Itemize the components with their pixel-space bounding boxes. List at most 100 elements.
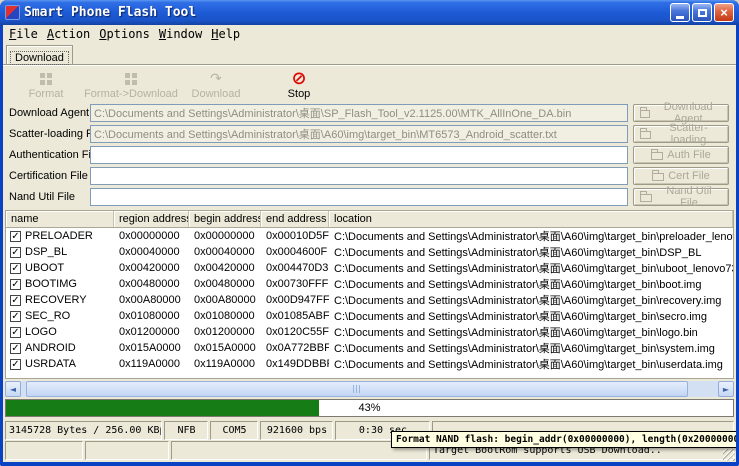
region-address: 0x00000000 [114, 230, 189, 242]
location-path: C:\Documents and Settings\Administrator\… [329, 340, 733, 356]
region-address: 0x01080000 [114, 310, 189, 322]
status-mode: NFB [164, 421, 208, 440]
status-com-port: COM5 [210, 421, 258, 440]
name-cell: ✓ BOOTIMG [6, 278, 114, 290]
close-button[interactable]: × [714, 3, 734, 22]
row-checkbox[interactable]: ✓ [10, 295, 21, 306]
end-address: 0x0A772BBF [261, 342, 329, 354]
begin-address: 0x00000000 [189, 230, 261, 242]
table-row[interactable]: ✓BOOTIMG0x004800000x004800000x00730FFFC:… [6, 276, 733, 292]
tooltip: Format NAND flash: begin_addr(0x00000000… [391, 431, 736, 448]
field-row: Authentication File Auth File [3, 145, 736, 166]
row-checkbox[interactable]: ✓ [10, 247, 21, 258]
column-header-name[interactable]: name [6, 211, 114, 227]
row-checkbox[interactable]: ✓ [10, 359, 21, 370]
status-baud-rate: 921600 bps [260, 421, 333, 440]
column-header-begin-address[interactable]: begin address [189, 211, 261, 227]
region-address: 0x00A80000 [114, 294, 189, 306]
tab-download[interactable]: Download [6, 45, 73, 64]
download-agent-input[interactable] [90, 104, 628, 122]
table-row[interactable]: ✓PRELOADER0x000000000x000000000x00010D5F… [6, 228, 733, 244]
field-row: Scatter-loading File Scatter-loading [3, 124, 736, 145]
menu-item-window[interactable]: Window [159, 27, 202, 41]
row-checkbox[interactable]: ✓ [10, 343, 21, 354]
folder-open-icon [640, 131, 651, 139]
scatter-loading-input[interactable] [90, 125, 628, 143]
row-checkbox[interactable]: ✓ [10, 311, 21, 322]
begin-address: 0x00040000 [189, 246, 261, 258]
table-row[interactable]: ✓SEC_RO0x010800000x010800000x01085ABFC:\… [6, 308, 733, 324]
row-checkbox[interactable]: ✓ [10, 327, 21, 338]
end-address: 0x0004600F [261, 246, 329, 258]
scrollbar-thumb[interactable] [26, 381, 688, 397]
table-row[interactable]: ✓UBOOT0x004200000x004200000x004470D3C:\D… [6, 260, 733, 276]
download-agent-browse-button[interactable]: Download Agent [633, 104, 729, 122]
nand-util-browse-button[interactable]: Nand Util File [633, 188, 729, 206]
download-agent-label: Download Agent [9, 107, 89, 119]
nand-util-file-input[interactable] [90, 188, 628, 206]
resize-grip[interactable] [723, 449, 735, 461]
authentication-file-label: Authentication File [9, 149, 100, 161]
table-row[interactable]: ✓DSP_BL0x000400000x000400000x0004600FC:\… [6, 244, 733, 260]
menu-item-action[interactable]: Action [47, 27, 90, 41]
maximize-button[interactable] [692, 3, 712, 22]
end-address: 0x00010D5F [261, 230, 329, 242]
format-download-button[interactable]: Format->Download [80, 69, 182, 101]
partition-name: USRDATA [25, 358, 76, 370]
column-header-end-address[interactable]: end address [261, 211, 329, 227]
partition-name: BOOTIMG [25, 278, 77, 290]
nand-util-file-label: Nand Util File [9, 191, 75, 203]
progress-bar: 43% [5, 399, 734, 417]
folder-open-icon [640, 110, 650, 118]
horizontal-scrollbar[interactable]: ◄ ► [5, 381, 734, 397]
minimize-button[interactable] [670, 3, 690, 22]
column-header-region-address[interactable]: region address [114, 211, 189, 227]
end-address: 0x149DDBBF [261, 358, 329, 370]
status-empty-panel [5, 441, 83, 460]
minimize-icon [676, 16, 684, 19]
begin-address: 0x015A0000 [189, 342, 261, 354]
name-cell: ✓SEC_RO [6, 310, 114, 322]
location-path: C:\Documents and Settings\Administrator\… [329, 260, 733, 276]
end-address: 0x004470D3 [261, 262, 329, 274]
partition-name: PRELOADER [25, 230, 93, 242]
certification-file-input[interactable] [90, 167, 628, 185]
region-address: 0x01200000 [114, 326, 189, 338]
menu-item-options[interactable]: Options [99, 27, 150, 41]
row-checkbox[interactable]: ✓ [10, 279, 21, 290]
menu-item-file[interactable]: File [9, 27, 38, 41]
cert-file-browse-button[interactable]: Cert File [633, 167, 729, 185]
scatter-loading-browse-button[interactable]: Scatter-loading [633, 125, 729, 143]
format-button[interactable]: Format [10, 69, 82, 101]
format-download-icon [125, 73, 137, 85]
folder-open-icon [652, 173, 664, 181]
auth-file-browse-button[interactable]: Auth File [633, 146, 729, 164]
menu-item-help[interactable]: Help [211, 27, 240, 41]
title-bar: Smart Phone Flash Tool × [0, 0, 739, 25]
menu-bar: File Action Options Window Help [3, 25, 736, 45]
location-path: C:\Documents and Settings\Administrator\… [329, 324, 733, 340]
name-cell: ✓RECOVERY [6, 294, 114, 306]
name-cell: ✓ DSP_BL [6, 246, 114, 258]
client-area: File Action Options Window Help Download For… [3, 25, 736, 462]
stop-button[interactable]: ⊘ Stop [267, 69, 331, 101]
authentication-file-input[interactable] [90, 146, 628, 164]
download-button[interactable]: ↷ Download [180, 69, 252, 101]
table-row[interactable]: ✓ANDROID0x015A00000x015A00000x0A772BBFC:… [6, 340, 733, 356]
field-row: Certification File Cert File [3, 166, 736, 187]
app-window: Smart Phone Flash Tool × File Action Optio… [0, 0, 739, 466]
name-cell: ✓ANDROID [6, 342, 114, 354]
row-checkbox[interactable]: ✓ [10, 231, 21, 242]
row-checkbox[interactable]: ✓ [10, 263, 21, 274]
folder-open-icon [651, 152, 663, 160]
name-cell: ✓LOGO [6, 326, 114, 338]
scroll-right-button[interactable]: ► [718, 381, 734, 397]
table-row[interactable]: ✓LOGO0x012000000x012000000x0120C55FC:\Do… [6, 324, 733, 340]
scrollbar-track[interactable] [21, 381, 718, 397]
scroll-left-button[interactable]: ◄ [5, 381, 21, 397]
tab-label: Download [10, 51, 69, 65]
table-row[interactable]: ✓RECOVERY0x00A800000x00A800000x00D947FFC… [6, 292, 733, 308]
partition-name: DSP_BL [25, 246, 67, 258]
column-header-location[interactable]: location [329, 211, 733, 227]
table-row[interactable]: ✓USRDATA0x119A00000x119A00000x149DDBBFC:… [6, 356, 733, 372]
